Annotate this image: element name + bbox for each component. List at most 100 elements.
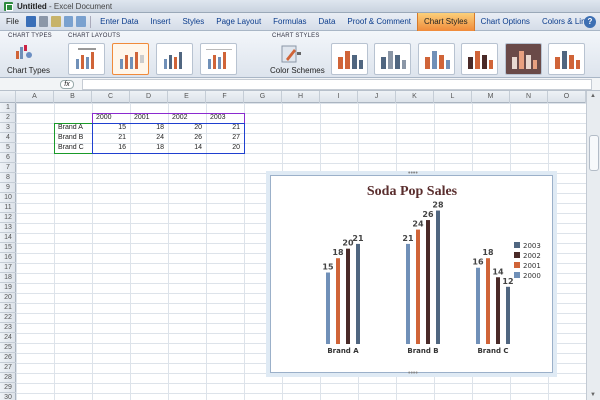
chart-types-button[interactable]: Chart Types: [7, 66, 50, 75]
tab-page-layout[interactable]: Page Layout: [210, 13, 267, 31]
legend-label: 2000: [523, 272, 541, 280]
legend-label: 2001: [523, 262, 541, 270]
row-header-24[interactable]: 24: [0, 333, 16, 343]
data-label: 28: [432, 201, 444, 210]
redo-icon[interactable]: [76, 16, 86, 27]
column-header-b[interactable]: B: [54, 91, 92, 103]
chart-title: Soda Pop Sales: [367, 184, 458, 199]
column-header-i[interactable]: I: [320, 91, 358, 103]
tab-proof-comment[interactable]: Proof & Comment: [341, 13, 417, 31]
row-header-23[interactable]: 23: [0, 323, 16, 333]
function-button[interactable]: fx: [60, 80, 74, 89]
tab-chart-options[interactable]: Chart Options: [475, 13, 536, 31]
row-header-30[interactable]: 30: [0, 393, 16, 400]
embedded-chart[interactable]: •••• •••• Soda Pop Sales 15 18 20 21 Brand A2…: [270, 170, 553, 377]
column-header-j[interactable]: J: [358, 91, 396, 103]
column-header-o[interactable]: O: [548, 91, 586, 103]
column-header-g[interactable]: G: [244, 91, 282, 103]
row-header-3[interactable]: 3: [0, 123, 16, 133]
bar-2001-1: [416, 229, 420, 344]
column-header-e[interactable]: E: [168, 91, 206, 103]
formula-bar: fx: [0, 78, 600, 91]
chart-resize-handle-top[interactable]: ••••: [408, 170, 418, 177]
row-header-1[interactable]: 1: [0, 103, 16, 113]
tab-enter-data[interactable]: Enter Data: [94, 13, 144, 31]
row-header-27[interactable]: 27: [0, 363, 16, 373]
scroll-up-icon[interactable]: ▲: [590, 93, 596, 99]
row-header-21[interactable]: 21: [0, 303, 16, 313]
row-header-13[interactable]: 13: [0, 223, 16, 233]
tab-styles[interactable]: Styles: [176, 13, 210, 31]
row-header-29[interactable]: 29: [0, 383, 16, 393]
row-header-4[interactable]: 4: [0, 133, 16, 143]
chart-layout-4[interactable]: [200, 43, 237, 75]
row-header-20[interactable]: 20: [0, 293, 16, 303]
bar-2000-0: [326, 272, 330, 344]
help-icon[interactable]: ?: [584, 16, 596, 28]
chart-layout-3[interactable]: [156, 43, 193, 75]
data-label: 12: [502, 277, 513, 286]
chart-style-4[interactable]: [461, 43, 498, 75]
row-header-10[interactable]: 10: [0, 193, 16, 203]
chart-style-1[interactable]: [331, 43, 368, 75]
legend-label: 2003: [523, 242, 541, 250]
formula-input[interactable]: [82, 79, 592, 90]
column-header-k[interactable]: K: [396, 91, 434, 103]
column-header-d[interactable]: D: [130, 91, 168, 103]
row-header-7[interactable]: 7: [0, 163, 16, 173]
save-icon[interactable]: [26, 16, 36, 27]
chart-layout-1[interactable]: [68, 43, 105, 75]
row-header-17[interactable]: 17: [0, 263, 16, 273]
row-header-11[interactable]: 11: [0, 203, 16, 213]
print-icon[interactable]: [38, 16, 49, 27]
data-label: 16: [472, 258, 484, 267]
scroll-thumb[interactable]: [589, 135, 599, 171]
bar-2001-0: [336, 258, 340, 344]
tab-formulas[interactable]: Formulas: [267, 13, 312, 31]
column-header-l[interactable]: L: [434, 91, 472, 103]
column-header-a[interactable]: A: [16, 91, 54, 103]
row-header-19[interactable]: 19: [0, 283, 16, 293]
row-header-2[interactable]: 2: [0, 113, 16, 123]
tab-data[interactable]: Data: [313, 13, 342, 31]
color-schemes-icon[interactable]: [280, 44, 302, 64]
vertical-scrollbar[interactable]: ▲ ▼: [586, 91, 600, 400]
chart-resize-handle-bottom[interactable]: ••••: [408, 370, 418, 377]
column-header-c[interactable]: C: [92, 91, 130, 103]
chart-style-2[interactable]: [374, 43, 411, 75]
tab-insert[interactable]: Insert: [144, 13, 176, 31]
chart-style-6[interactable]: [548, 43, 585, 75]
row-header-25[interactable]: 25: [0, 343, 16, 353]
row-header-9[interactable]: 9: [0, 183, 16, 193]
scroll-down-icon[interactable]: ▼: [590, 392, 596, 398]
chart-types-icon[interactable]: [14, 43, 34, 61]
row-header-12[interactable]: 12: [0, 213, 16, 223]
tab-chart-styles[interactable]: Chart Styles: [417, 12, 475, 31]
open-icon[interactable]: [51, 16, 61, 27]
column-header-n[interactable]: N: [510, 91, 548, 103]
row-header-22[interactable]: 22: [0, 313, 16, 323]
row-header-18[interactable]: 18: [0, 273, 16, 283]
row-header-15[interactable]: 15: [0, 243, 16, 253]
row-header-26[interactable]: 26: [0, 353, 16, 363]
row-header-5[interactable]: 5: [0, 143, 16, 153]
row-header-8[interactable]: 8: [0, 173, 16, 183]
category-range: [54, 123, 93, 154]
row-header-6[interactable]: 6: [0, 153, 16, 163]
select-all-corner[interactable]: [0, 91, 16, 103]
row-header-28[interactable]: 28: [0, 373, 16, 383]
column-header-m[interactable]: M: [472, 91, 510, 103]
file-menu[interactable]: File: [0, 13, 25, 31]
column-header-f[interactable]: F: [206, 91, 244, 103]
legend-label: 2002: [523, 252, 541, 260]
chart-style-5[interactable]: [505, 43, 542, 75]
data-label: 21: [402, 234, 414, 243]
undo-icon[interactable]: [63, 16, 74, 27]
color-schemes-button[interactable]: Color Schemes: [270, 66, 325, 75]
row-header-16[interactable]: 16: [0, 253, 16, 263]
row-header-14[interactable]: 14: [0, 233, 16, 243]
column-header-h[interactable]: H: [282, 91, 320, 103]
chart-layout-2[interactable]: [112, 43, 149, 75]
chart-style-3[interactable]: [418, 43, 455, 75]
bar-2002-2: [496, 277, 500, 344]
